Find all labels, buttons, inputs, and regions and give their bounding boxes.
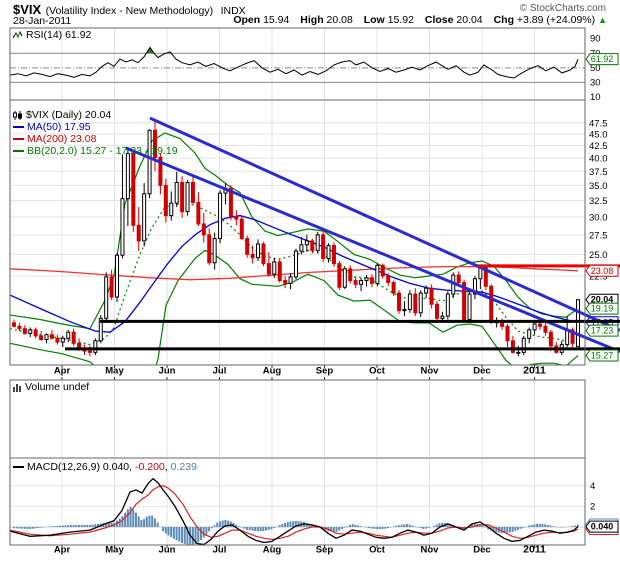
- ohlc-quote-row: Open 15.94 High 20.08 Low 15.92 Close 20…: [225, 14, 607, 26]
- macd-panel: 420.239-0.2000.040: [9, 477, 619, 546]
- svg-text:Apr: Apr: [54, 545, 71, 556]
- macd-line-icon: [13, 466, 24, 469]
- quote-change: Chg +3.89 (+24.09%): [493, 14, 596, 26]
- main-legend-ma200: MA(200) 23.08: [13, 134, 96, 145]
- svg-text:37.5: 37.5: [589, 167, 608, 178]
- rsi-legend: RSI(14) 61.92: [12, 30, 91, 41]
- chart-canvas: 907050301061.9217.9547.545.042.540.037.5…: [9, 27, 620, 556]
- svg-text:23.08: 23.08: [591, 266, 614, 276]
- svg-text:4: 4: [590, 481, 595, 492]
- svg-text:35.0: 35.0: [589, 181, 608, 192]
- svg-text:Sep: Sep: [316, 366, 334, 377]
- bb-line-icon: [13, 150, 24, 153]
- svg-text:Jul: Jul: [213, 545, 227, 556]
- svg-text:15.27: 15.27: [591, 350, 614, 360]
- ma50-line-icon: [13, 126, 24, 129]
- macd-legend: MACD(12,26,9) 0.040, -0.200, 0.239: [13, 462, 197, 473]
- svg-text:2: 2: [590, 501, 595, 512]
- svg-text:30.0: 30.0: [589, 213, 608, 224]
- svg-text:45.0: 45.0: [589, 129, 608, 140]
- quote-open: Open 15.94: [233, 14, 290, 26]
- quote-close: Close 20.04: [424, 14, 483, 26]
- svg-text:May: May: [105, 545, 124, 556]
- volume-legend: Volume undef: [13, 382, 89, 393]
- svg-text:Dec: Dec: [473, 545, 490, 556]
- stockcharts-vix-chart: 907050301061.9217.9547.545.042.540.037.5…: [0, 0, 620, 566]
- svg-text:Jul: Jul: [213, 366, 227, 377]
- svg-text:61.92: 61.92: [591, 54, 614, 64]
- svg-text:27.5: 27.5: [589, 230, 608, 241]
- svg-text:10: 10: [590, 92, 601, 103]
- svg-text:Jun: Jun: [159, 545, 176, 556]
- svg-text:Dec: Dec: [473, 366, 490, 377]
- svg-text:Oct: Oct: [369, 366, 386, 377]
- svg-text:Sep: Sep: [316, 545, 334, 556]
- svg-text:40.0: 40.0: [589, 154, 608, 165]
- svg-text:May: May: [105, 366, 124, 377]
- svg-text:Jun: Jun: [159, 366, 176, 377]
- rsi-indicator-icon: [12, 30, 23, 38]
- svg-text:90: 90: [590, 34, 601, 45]
- svg-text:2011: 2011: [523, 365, 546, 377]
- svg-text:Apr: Apr: [54, 366, 71, 377]
- svg-text:17.23: 17.23: [591, 326, 614, 336]
- svg-text:0.040: 0.040: [591, 522, 614, 532]
- candlestick-icon: [13, 110, 22, 120]
- quote-low: Low 15.92: [363, 14, 414, 26]
- ma200-line-icon: [13, 138, 24, 141]
- svg-text:47.5: 47.5: [589, 118, 608, 129]
- stockcharts-credit: © StockCharts.com: [519, 3, 606, 14]
- volume-bars-icon: [13, 383, 21, 392]
- quote-high: High 20.08: [300, 14, 353, 26]
- svg-text:2011: 2011: [523, 544, 546, 556]
- svg-text:30: 30: [590, 77, 601, 88]
- svg-text:42.5: 42.5: [589, 141, 608, 152]
- svg-text:19.19: 19.19: [591, 304, 614, 314]
- svg-text:Nov: Nov: [421, 366, 440, 377]
- svg-text:Oct: Oct: [369, 545, 386, 556]
- rsi-panel: 907050301061.92: [9, 34, 619, 103]
- chart-date: 28-Jan-2011: [13, 15, 72, 27]
- main-legend-symbol: $VIX (Daily) 20.04: [13, 110, 111, 121]
- svg-text:Aug: Aug: [263, 545, 282, 556]
- svg-text:32.5: 32.5: [589, 196, 608, 207]
- main-legend-ma50: MA(50) 17.95: [13, 122, 91, 133]
- svg-text:25.0: 25.0: [589, 250, 608, 261]
- svg-text:Nov: Nov: [421, 545, 440, 556]
- up-arrow-icon: ▲: [598, 15, 607, 25]
- svg-text:Aug: Aug: [263, 366, 282, 377]
- main-legend-bollinger: BB(20,2.0) 15.27 - 17.23 - 19.19: [13, 146, 178, 157]
